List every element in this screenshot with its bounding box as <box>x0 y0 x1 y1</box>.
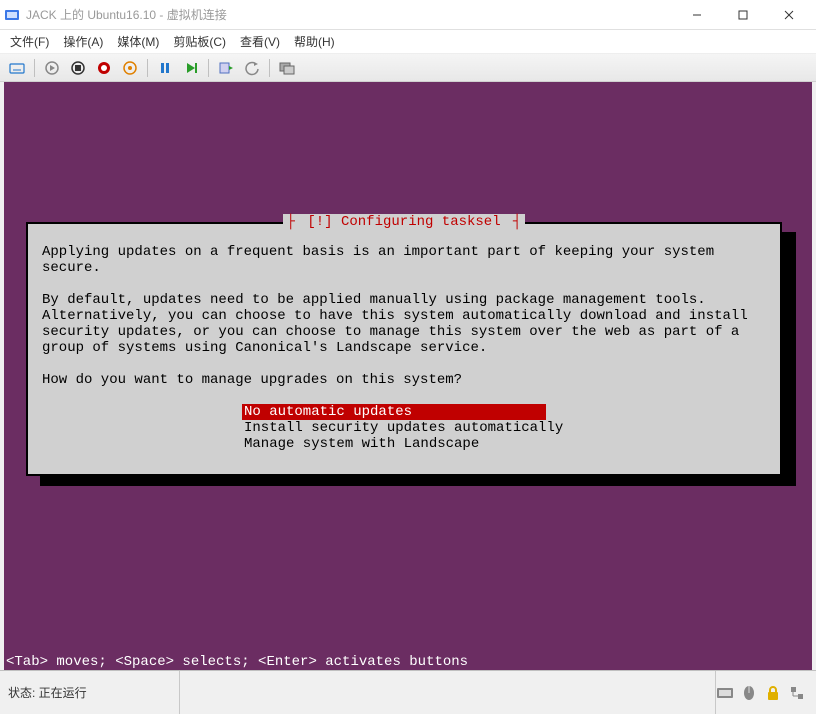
minimize-button[interactable] <box>674 0 720 30</box>
status-icons <box>716 684 816 702</box>
status-text: 状态: 正在运行 <box>0 671 180 714</box>
menu-bar: 文件(F) 操作(A) 媒体(M) 剪贴板(C) 查看(V) 帮助(H) <box>0 30 816 54</box>
ctrl-alt-del-button[interactable] <box>6 57 28 79</box>
dialog-para2: By default, updates need to be applied m… <box>42 292 766 356</box>
network-icon <box>788 684 806 702</box>
pause-button[interactable] <box>154 57 176 79</box>
menu-action[interactable]: 操作(A) <box>63 33 103 50</box>
separator <box>34 59 35 77</box>
option-no-automatic-updates[interactable]: No automatic updates <box>242 404 546 420</box>
keyboard-icon <box>716 684 734 702</box>
option-manage-with-landscape[interactable]: Manage system with Landscape <box>242 436 766 452</box>
mouse-icon <box>740 684 758 702</box>
separator <box>269 59 270 77</box>
reset-button[interactable] <box>180 57 202 79</box>
status-spacer <box>180 671 716 714</box>
status-bar: 状态: 正在运行 <box>0 670 816 714</box>
shutdown-button[interactable] <box>93 57 115 79</box>
option-install-security-updates[interactable]: Install security updates automatically <box>242 420 766 436</box>
menu-media[interactable]: 媒体(M) <box>117 33 159 50</box>
dialog-title: ├ [!] Configuring tasksel ┤ <box>28 214 780 230</box>
maximize-button[interactable] <box>720 0 766 30</box>
window-titlebar: JACK 上的 Ubuntu16.10 - 虚拟机连接 <box>0 0 816 30</box>
save-button[interactable] <box>119 57 141 79</box>
enhanced-session-button[interactable] <box>276 57 298 79</box>
checkpoint-button[interactable] <box>215 57 237 79</box>
installer-help-bar: <Tab> moves; <Space> selects; <Enter> ac… <box>4 654 812 670</box>
dialog-para1: Applying updates on a frequent basis is … <box>42 244 766 276</box>
menu-help[interactable]: 帮助(H) <box>294 33 335 50</box>
option-list: No automatic updates Install security up… <box>242 404 766 452</box>
vm-console[interactable]: ├ [!] Configuring tasksel ┤ Applying upd… <box>4 82 812 670</box>
lock-icon <box>764 684 782 702</box>
menu-file[interactable]: 文件(F) <box>10 33 49 50</box>
installer-dialog: ├ [!] Configuring tasksel ┤ Applying upd… <box>26 222 782 476</box>
dialog-title-text: [!] Configuring tasksel <box>303 214 504 230</box>
menu-view[interactable]: 查看(V) <box>240 33 280 50</box>
dialog-question: How do you want to manage upgrades on th… <box>42 372 766 388</box>
window-controls <box>674 0 812 30</box>
app-icon <box>4 7 20 23</box>
dialog-body: Applying updates on a frequent basis is … <box>42 244 766 452</box>
revert-button[interactable] <box>241 57 263 79</box>
start-button[interactable] <box>41 57 63 79</box>
toolbar <box>0 54 816 82</box>
menu-clipboard[interactable]: 剪贴板(C) <box>173 33 226 50</box>
close-button[interactable] <box>766 0 812 30</box>
window-title: JACK 上的 Ubuntu16.10 - 虚拟机连接 <box>26 6 674 23</box>
turn-off-button[interactable] <box>67 57 89 79</box>
separator <box>147 59 148 77</box>
separator <box>208 59 209 77</box>
